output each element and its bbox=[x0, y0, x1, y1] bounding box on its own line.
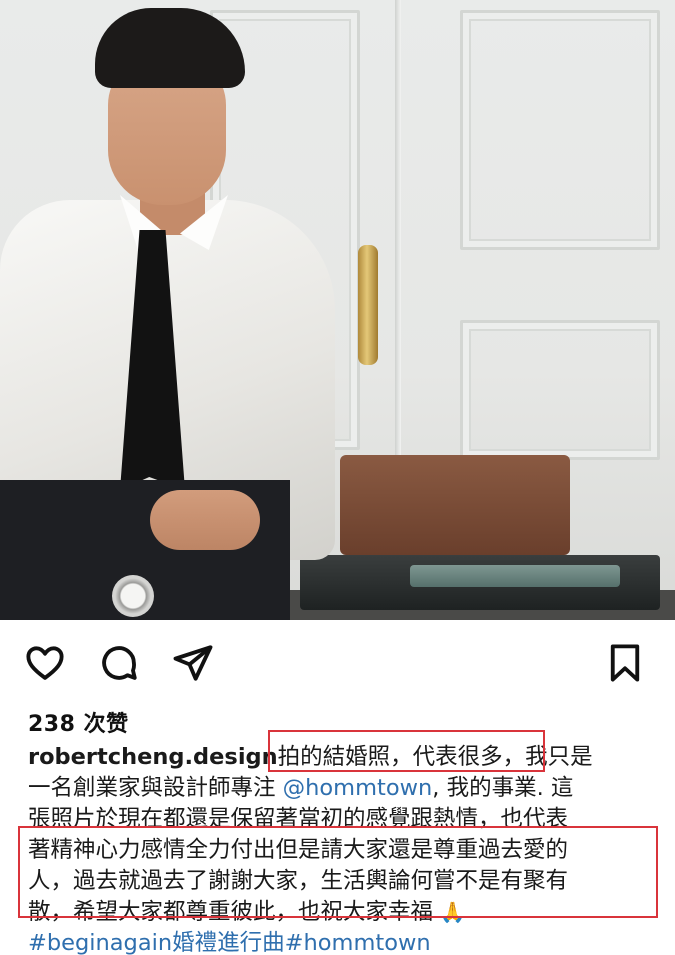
caption-text: , 我的事業. 這 bbox=[432, 775, 574, 801]
wristwatch bbox=[112, 575, 154, 617]
paper-plane-icon bbox=[173, 645, 213, 681]
post-action-bar bbox=[0, 628, 675, 698]
bookmark-icon bbox=[610, 644, 640, 682]
mention-link[interactable]: @hommtown bbox=[283, 775, 433, 801]
caption-text: 一名創業家與設計師專注 bbox=[28, 775, 283, 801]
post-photo[interactable] bbox=[0, 0, 675, 620]
hashtag-text[interactable]: 婚禮進行曲 bbox=[172, 930, 285, 955]
comment-button[interactable] bbox=[96, 640, 142, 686]
save-button[interactable] bbox=[602, 640, 648, 686]
highlight-box bbox=[268, 730, 545, 772]
door-gap bbox=[395, 0, 401, 500]
highlight-box bbox=[18, 826, 658, 918]
hand bbox=[150, 490, 260, 550]
like-button[interactable] bbox=[22, 640, 68, 686]
person bbox=[0, 0, 340, 620]
door-handle bbox=[358, 245, 378, 365]
hashtag-link[interactable]: #hommtown bbox=[285, 930, 431, 955]
comment-icon bbox=[102, 646, 137, 680]
hashtag-link[interactable]: #beginagain bbox=[28, 930, 172, 955]
caption-line: #beginagain婚禮進行曲#hommtown bbox=[28, 928, 431, 955]
username-link[interactable]: robertcheng.design bbox=[28, 744, 278, 770]
door-panel bbox=[460, 10, 660, 250]
share-button[interactable] bbox=[170, 640, 216, 686]
heart-icon bbox=[26, 646, 64, 680]
hair bbox=[95, 8, 245, 88]
like-count[interactable]: 238 次赞 bbox=[28, 706, 129, 738]
typewriter bbox=[300, 555, 660, 610]
caption-line: 一名創業家與設計師專注 @hommtown, 我的事業. 這 bbox=[28, 773, 573, 804]
chair bbox=[340, 455, 570, 555]
door-panel bbox=[460, 320, 660, 460]
